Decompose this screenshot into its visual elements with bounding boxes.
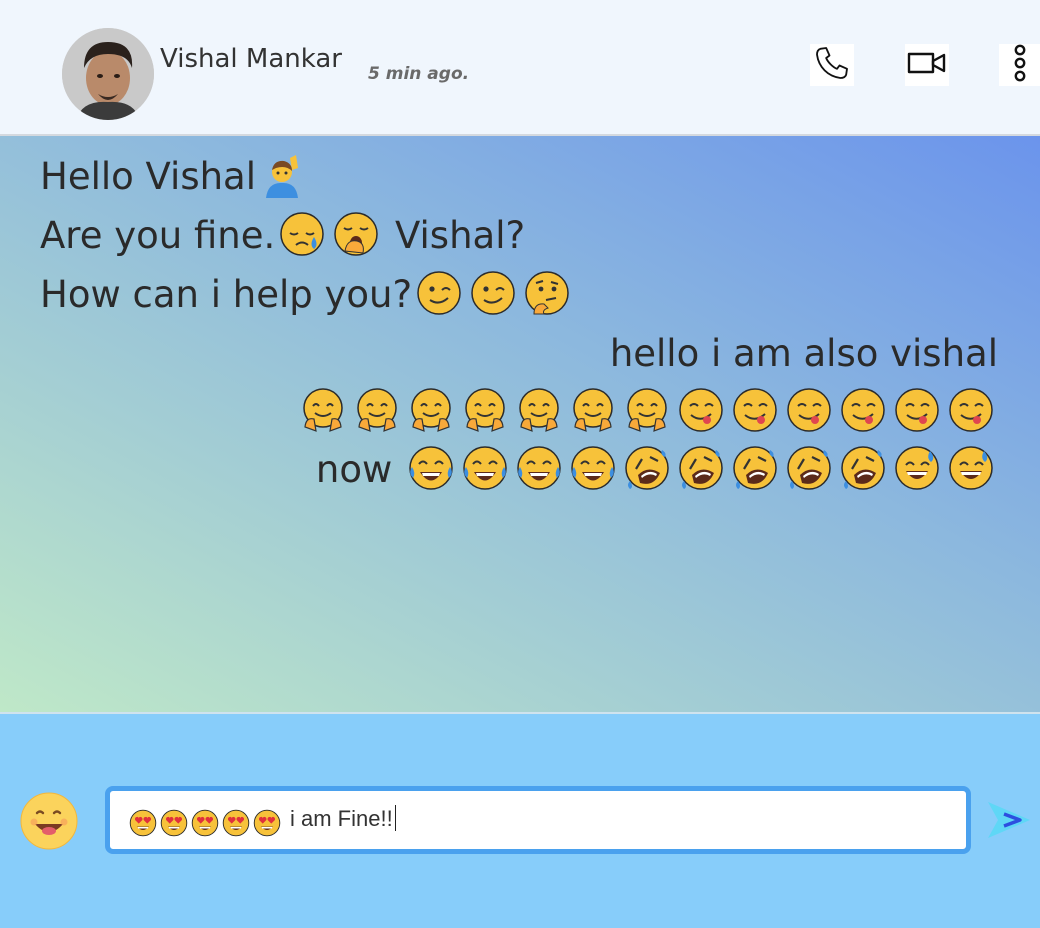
contact-name: Vishal Mankar [160,44,342,74]
incoming-message: How can i help you? [40,267,574,323]
outgoing-message: now [316,442,998,498]
hugging-face-icon [624,387,670,433]
phone-icon [812,43,852,87]
message-area[interactable]: Hello Vishal Are you fine. Vishal? How c… [0,136,1040,712]
hugging-face-icon [300,387,346,433]
savoring-food-face-icon [678,387,724,433]
hugging-face-icon [408,387,454,433]
avatar[interactable] [62,28,154,120]
input-emoji-list [128,809,282,837]
call-button[interactable] [810,44,854,86]
heart-eyes-icon [191,809,219,837]
savoring-food-face-icon [948,387,994,433]
message-input-text[interactable]: i am Fine!! [290,805,396,832]
hugging-face-icon [570,387,616,433]
rolling-on-floor-laughing-icon [678,445,724,491]
heart-eyes-icon [160,809,188,837]
outgoing-message [296,384,998,440]
rolling-on-floor-laughing-icon [786,445,832,491]
message-text: Vishal? [383,214,526,257]
tears-of-joy-icon [408,445,454,491]
more-vertical-icon [1012,43,1028,87]
last-seen-status: 5 min ago. [368,64,470,84]
message-text: Are you fine. [40,214,276,257]
tears-of-joy-icon [516,445,562,491]
send-icon [986,802,1032,846]
rolling-on-floor-laughing-icon [840,445,886,491]
hugging-face-icon [516,387,562,433]
yawning-face-icon [333,211,379,257]
more-options-button[interactable] [999,44,1040,86]
tears-of-joy-icon [462,445,508,491]
video-camera-icon [906,48,948,82]
message-text: Hello Vishal [40,155,257,198]
rolling-on-floor-laughing-icon [624,445,670,491]
hugging-face-icon [354,387,400,433]
heart-eyes-icon [222,809,250,837]
incoming-message: Hello Vishal [40,149,310,205]
rolling-on-floor-laughing-icon [732,445,778,491]
winking-face-icon [470,270,516,316]
grinning-sweat-icon [894,445,940,491]
incoming-message: Are you fine. Vishal? [40,208,525,264]
savoring-food-face-icon [894,387,940,433]
video-call-button[interactable] [905,44,949,86]
savoring-food-face-icon [840,387,886,433]
tears-of-joy-icon [570,445,616,491]
person-raising-hand-icon [260,152,306,198]
send-button[interactable] [986,798,1032,842]
heart-eyes-icon [129,809,157,837]
message-text: hello i am also vishal [609,332,998,375]
message-composer: i am Fine!! [0,712,1040,928]
grinning-sweat-icon [948,445,994,491]
thinking-face-icon [524,270,570,316]
message-input[interactable]: i am Fine!! [105,786,971,854]
heart-eyes-icon [253,809,281,837]
message-text: How can i help you? [40,273,413,316]
sad-relieved-face-icon [279,211,325,257]
hugging-face-icon [462,387,508,433]
outgoing-message: hello i am also vishal [610,326,998,382]
message-text: now [315,448,393,491]
winking-face-icon [416,270,462,316]
emoji-picker-button[interactable] [20,792,78,850]
smiley-icon [20,792,78,854]
savoring-food-face-icon [786,387,832,433]
savoring-food-face-icon [732,387,778,433]
chat-header: Vishal Mankar 5 min ago. [0,0,1040,136]
